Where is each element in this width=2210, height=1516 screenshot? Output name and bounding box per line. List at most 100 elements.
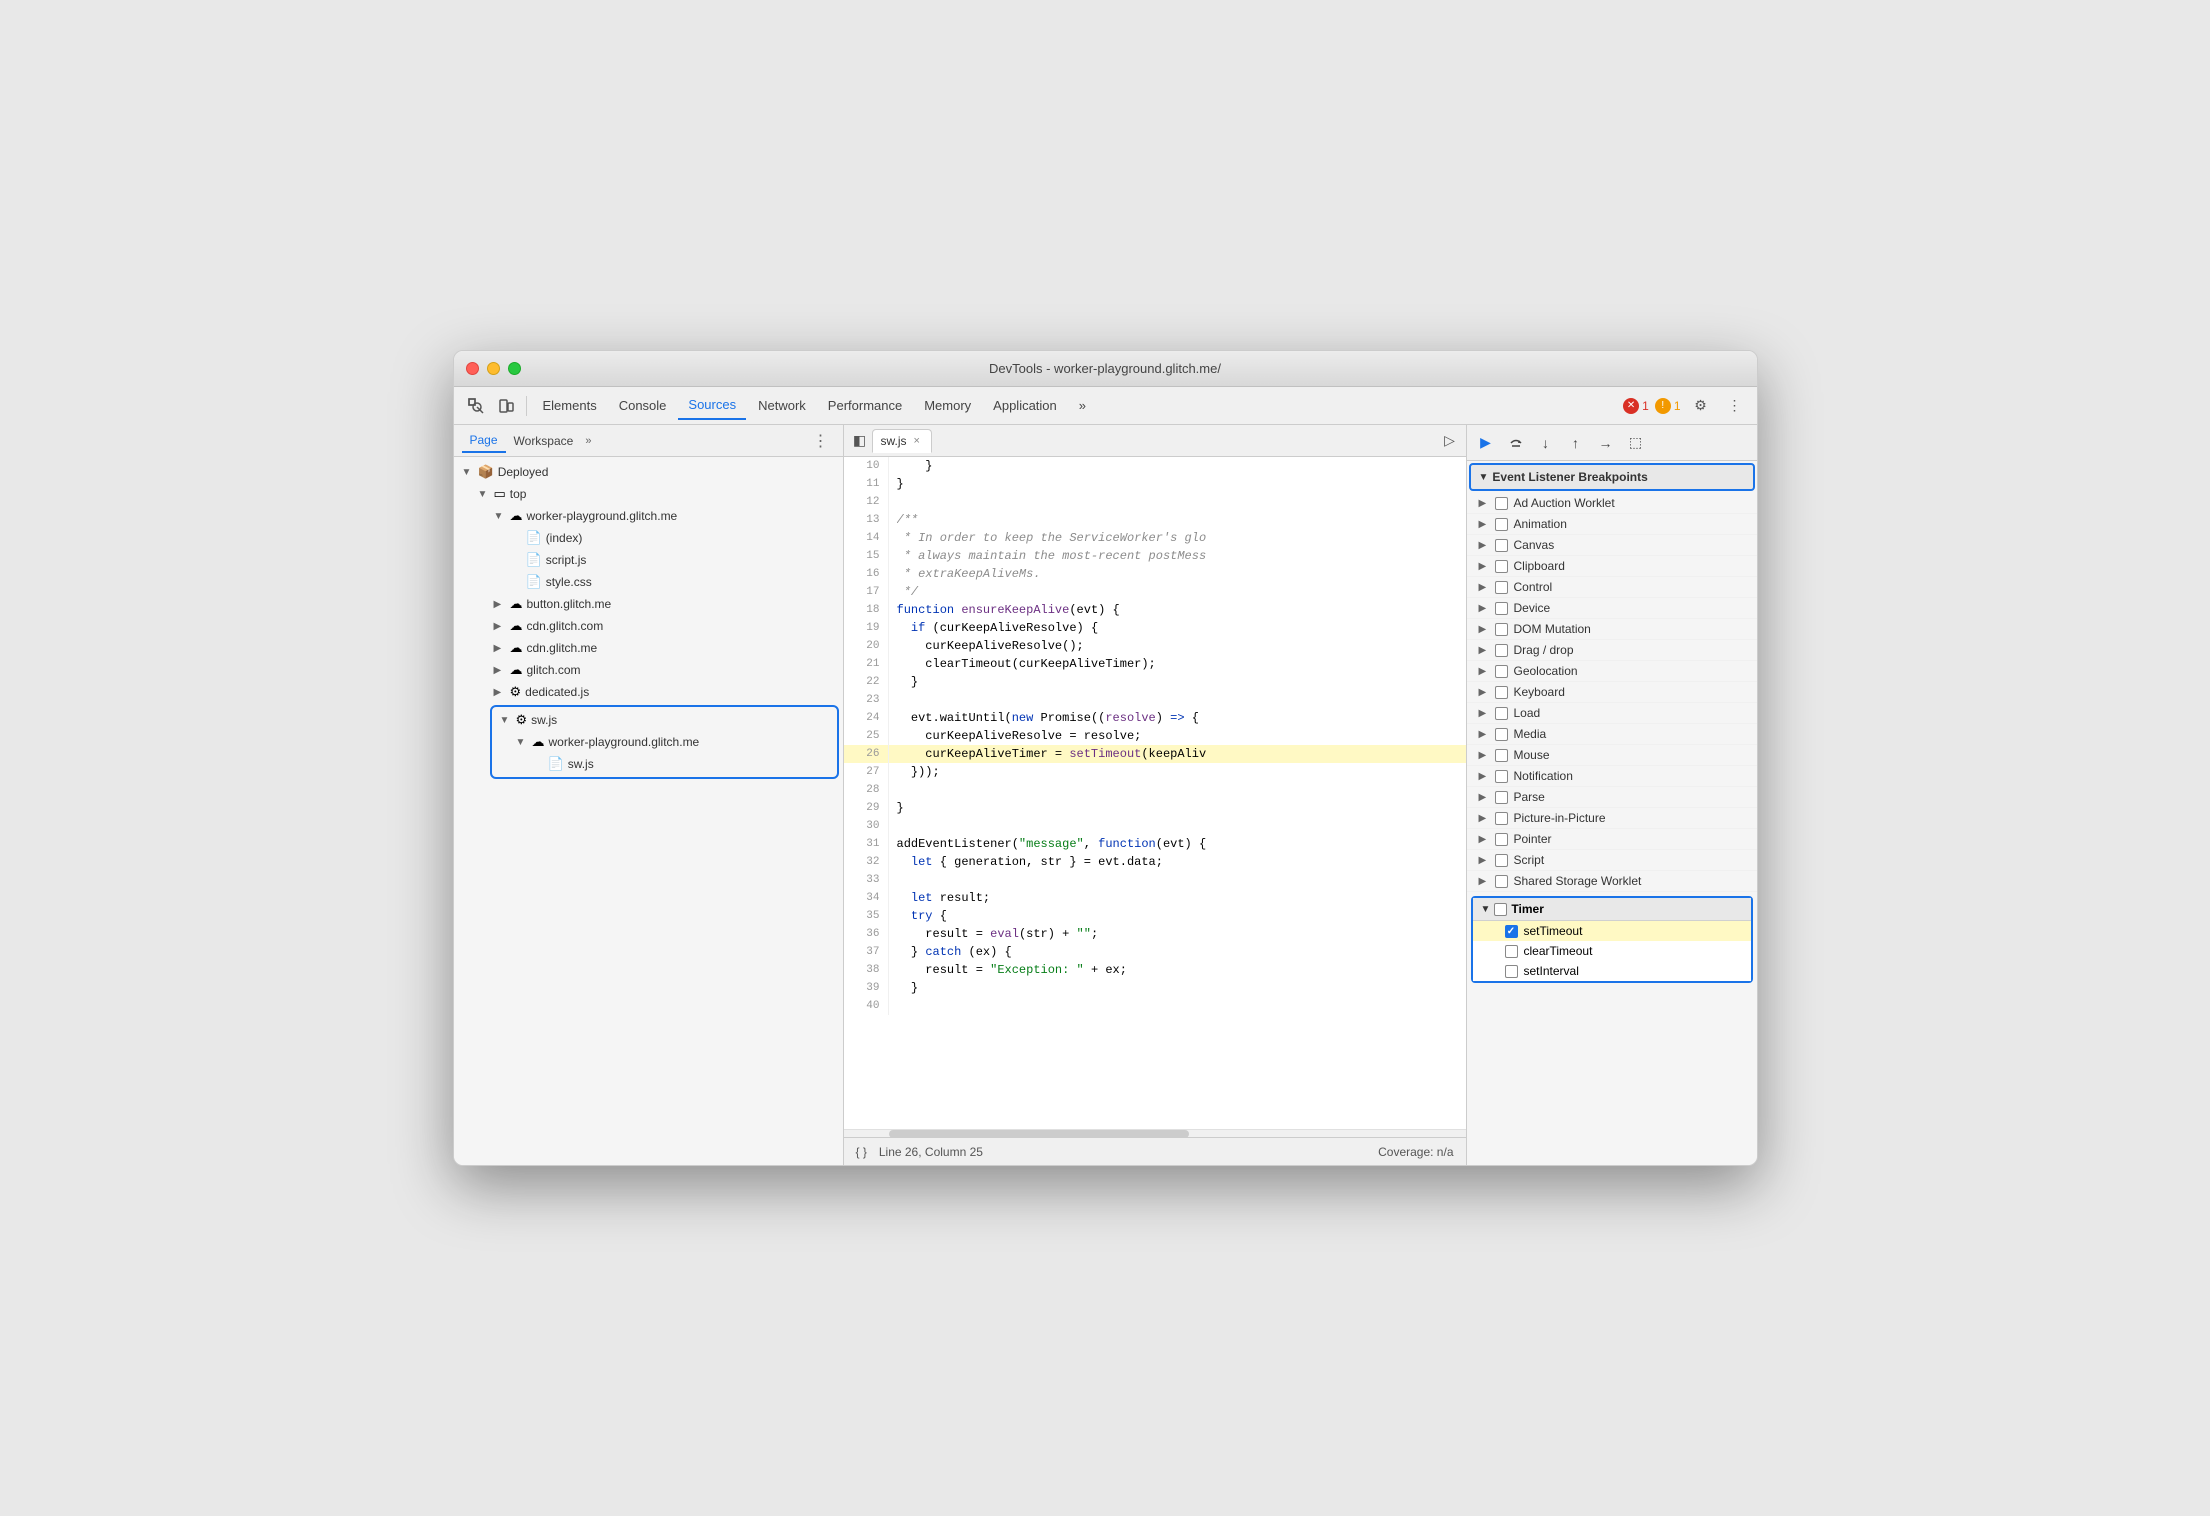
tab-more[interactable]: » [1069,392,1096,420]
tab-elements[interactable]: Elements [533,392,607,420]
bp-item-clipboard[interactable]: ▶ Clipboard [1467,556,1757,577]
pretty-print-button[interactable]: { } [856,1145,867,1159]
step-out-button[interactable]: ↑ [1563,430,1589,456]
tree-item-worker-playground-nested[interactable]: ▼ ☁ worker-playground.glitch.me [508,731,837,753]
code-file-tab-swjs[interactable]: sw.js × [872,429,932,453]
bp-item-animation[interactable]: ▶ Animation [1467,514,1757,535]
bp-checkbox[interactable] [1495,749,1508,762]
maximize-button[interactable] [508,362,521,375]
bp-checkbox[interactable] [1495,854,1508,867]
close-tab-icon[interactable]: × [911,434,923,448]
tree-item-worker-playground[interactable]: ▼ ☁ worker-playground.glitch.me [486,505,843,527]
bp-item-ad-auction[interactable]: ▶ Ad Auction Worklet [1467,493,1757,514]
code-line: 34 let result; [844,889,1466,907]
tab-page[interactable]: Page [462,429,506,453]
scrollbar-thumb[interactable] [889,1130,1189,1138]
tree-item-index[interactable]: 📄 (index) [502,527,843,549]
tree-item-button-glitch[interactable]: ▶ ☁ button.glitch.me [486,593,843,615]
settings-icon[interactable]: ⚙ [1687,392,1715,420]
timer-item-setinterval[interactable]: setInterval [1473,961,1751,981]
bp-checkbox[interactable] [1495,833,1508,846]
step-button[interactable]: → [1593,430,1619,456]
bp-item-keyboard[interactable]: ▶ Keyboard [1467,682,1757,703]
bp-checkbox[interactable] [1495,518,1508,531]
bp-checkbox[interactable] [1495,539,1508,552]
tree-item-cdn-com[interactable]: ▶ ☁ cdn.glitch.com [486,615,843,637]
bp-item-pip[interactable]: ▶ Picture-in-Picture [1467,808,1757,829]
tree-item-stylecss[interactable]: 📄 style.css [502,571,843,593]
tab-network[interactable]: Network [748,392,816,420]
tab-performance[interactable]: Performance [818,392,912,420]
code-editor[interactable]: 10 } 11 } 12 13 /** 14 * In orde [844,457,1466,1129]
bp-checkbox[interactable] [1495,623,1508,636]
bp-item-drag-drop[interactable]: ▶ Drag / drop [1467,640,1757,661]
bp-checkbox[interactable] [1495,560,1508,573]
horizontal-scrollbar[interactable] [844,1129,1466,1137]
device-icon[interactable] [492,392,520,420]
bp-item-notification[interactable]: ▶ Notification [1467,766,1757,787]
collapse-sidebar-icon[interactable]: ◧ [848,429,872,453]
line-number: 37 [844,943,889,961]
bp-checkbox[interactable] [1495,728,1508,741]
bp-item-control[interactable]: ▶ Control [1467,577,1757,598]
bp-item-shared-storage[interactable]: ▶ Shared Storage Worklet [1467,871,1757,892]
more-options-icon[interactable]: ⋮ [1721,392,1749,420]
tree-item-glitch-com[interactable]: ▶ ☁ glitch.com [486,659,843,681]
tab-sources[interactable]: Sources [678,392,746,420]
inspect-icon[interactable] [462,392,490,420]
tree-item-dedicatedjs[interactable]: ▶ ⚙ dedicated.js [486,681,843,703]
line-content: curKeepAliveTimer = setTimeout(keepAliv [897,745,1466,763]
tree-item-top[interactable]: ▼ ▭ top [470,483,843,505]
tree-item-swjs-file[interactable]: 📄 sw.js [524,753,837,775]
tree-item-cdn-me[interactable]: ▶ ☁ cdn.glitch.me [486,637,843,659]
warning-count[interactable]: ! 1 [1655,398,1681,414]
tab-console[interactable]: Console [609,392,677,420]
tab-memory[interactable]: Memory [914,392,981,420]
expand-panel-icon[interactable]: ▷ [1438,429,1462,453]
tab-application[interactable]: Application [983,392,1067,420]
bp-checkbox[interactable] [1495,581,1508,594]
timer-checkbox-setinterval[interactable] [1505,965,1518,978]
timer-item-cleartimeout[interactable]: clearTimeout [1473,941,1751,961]
line-number: 29 [844,799,889,817]
step-into-button[interactable]: ↓ [1533,430,1559,456]
bp-checkbox[interactable] [1495,812,1508,825]
error-count[interactable]: ✕ 1 [1623,398,1649,414]
timer-section-checkbox[interactable] [1494,903,1507,916]
bp-item-mouse[interactable]: ▶ Mouse [1467,745,1757,766]
timer-section-header[interactable]: ▼ Timer [1473,898,1751,921]
resume-button[interactable]: ▶ [1473,430,1499,456]
bp-item-device[interactable]: ▶ Device [1467,598,1757,619]
deactivate-breakpoints-button[interactable]: ⬚ [1623,430,1649,456]
bp-checkbox[interactable] [1495,875,1508,888]
timer-item-settimeout[interactable]: ✓ setTimeout [1473,921,1751,941]
bp-checkbox[interactable] [1495,770,1508,783]
bp-checkbox[interactable] [1495,644,1508,657]
bp-item-dom-mutation[interactable]: ▶ DOM Mutation [1467,619,1757,640]
tree-item-deployed[interactable]: ▼ 📦 Deployed [454,461,843,483]
bp-item-pointer[interactable]: ▶ Pointer [1467,829,1757,850]
bp-item-geolocation[interactable]: ▶ Geolocation [1467,661,1757,682]
bp-item-script[interactable]: ▶ Script [1467,850,1757,871]
tab-workspace[interactable]: Workspace [506,430,582,452]
bp-checkbox[interactable] [1495,791,1508,804]
bp-item-media[interactable]: ▶ Media [1467,724,1757,745]
close-button[interactable] [466,362,479,375]
timer-checkbox-cleartimeout[interactable] [1505,945,1518,958]
bp-checkbox[interactable] [1495,665,1508,678]
more-tabs-icon[interactable]: » [581,431,595,451]
timer-checkbox-settimeout[interactable]: ✓ [1505,925,1518,938]
bp-checkbox[interactable] [1495,497,1508,510]
bp-checkbox[interactable] [1495,707,1508,720]
bp-checkbox[interactable] [1495,602,1508,615]
panel-options-icon[interactable]: ⋮ [807,429,835,453]
tree-item-swjs[interactable]: ▼ ⚙ sw.js [492,709,837,731]
step-over-button[interactable] [1503,430,1529,456]
minimize-button[interactable] [487,362,500,375]
bp-item-parse[interactable]: ▶ Parse [1467,787,1757,808]
bp-item-canvas[interactable]: ▶ Canvas [1467,535,1757,556]
event-listener-breakpoints-header[interactable]: ▼ Event Listener Breakpoints [1469,463,1755,491]
bp-checkbox[interactable] [1495,686,1508,699]
bp-item-load[interactable]: ▶ Load [1467,703,1757,724]
tree-item-scriptjs[interactable]: 📄 script.js [502,549,843,571]
